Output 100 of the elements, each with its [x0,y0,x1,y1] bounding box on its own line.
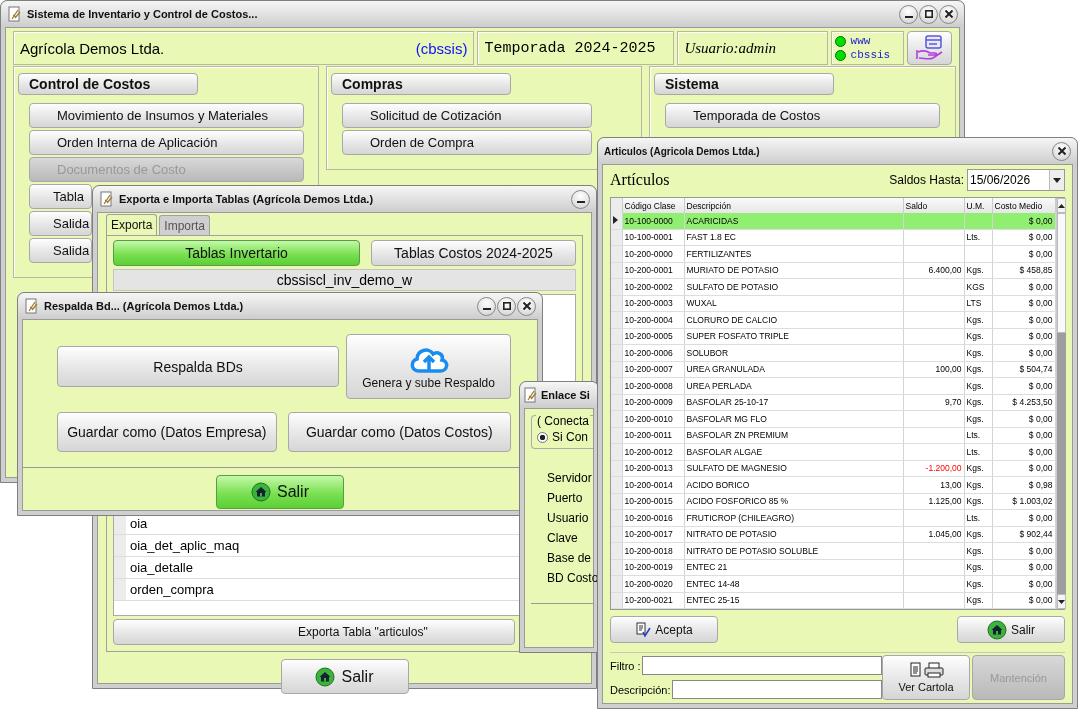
maximize-button[interactable] [919,4,938,24]
save-as-button[interactable]: Guardar como (Datos Costos) [287,412,511,452]
description-field[interactable] [671,680,882,699]
table-cell: $ 0,00 [992,575,1055,592]
backup-button[interactable]: Respalda BDs [57,346,340,387]
table-cell: 10-200-0001 [622,262,684,279]
radio-label[interactable]: Si Con [552,430,589,444]
minimize-button[interactable] [477,296,496,316]
column-header[interactable]: Saldo [903,198,964,213]
table-row[interactable]: 10-200-0014 ACIDO BORICO 13,00 Kgs. $ 0,98 [611,476,1055,493]
close-icon [522,302,531,310]
table-name[interactable]: orden_compra [126,582,214,597]
column-header[interactable]: Descripción [684,198,903,213]
table-cell: ENTEC 14-48 [684,575,903,592]
table-cell: $ 0,00 [992,592,1055,609]
filter-field[interactable] [641,656,882,675]
table-cell: SOLUBOR [684,344,903,361]
table-row[interactable]: 10-200-0005 SUPER FOSFATO TRIPLE Kgs. $ 0,00 [611,328,1055,345]
table-row[interactable]: 10-200-0020 ENTEC 14-48 Kgs. $ 0,00 [611,575,1055,592]
section-button[interactable]: Compras [331,73,511,95]
table-row[interactable]: 10-200-0016 FRUTICROP (CHILEAGRO) Lts. $ 0,00 [611,509,1055,526]
table-row[interactable]: 10-200-0008 UREA PERLADA Kgs. $ 0,00 [611,377,1055,394]
tab[interactable]: Importa [159,215,211,235]
column-header[interactable]: Código Clase [622,198,684,213]
table-row[interactable]: 10-200-0002 SULFATO DE POTASIO KGS $ 0,00 [611,278,1055,295]
scrollbar[interactable] [1055,198,1066,609]
table-row[interactable]: 10-200-0019 ENTEC 21 Kgs. $ 0,00 [611,559,1055,576]
table-name[interactable]: oia_det_aplic_maq [126,538,240,553]
table-row[interactable]: 10-200-0004 CLORURO DE CALCIO Kgs. $ 0,00 [611,311,1055,328]
field-label: Puerto [547,491,583,505]
column-header[interactable]: Costo Medio [992,198,1055,213]
window-title: Articulos (Agricola Demos Ltda.) [604,145,761,157]
home-icon [251,482,271,502]
table-cell: SULFATO DE MAGNESIO [684,460,903,477]
menu-button[interactable]: Salida [29,211,92,236]
table-cell: 10-200-0013 [622,460,684,477]
table-cell: ACIDO BORICO [684,476,903,493]
maximize-button[interactable] [497,296,516,316]
exit-button[interactable]: Salir [280,659,409,694]
accept-button[interactable]: Acepta [610,616,718,643]
menu-button[interactable]: Tabla [29,184,92,209]
table-cell: FAST 1.8 EC [684,229,903,246]
close-button[interactable] [939,4,958,24]
table-row[interactable]: 10-200-0018 NITRATO DE POTASIO SOLUBLE Kgs. $ 0,00 [611,542,1055,559]
save-as-button[interactable]: Guardar como (Datos Empresa) [57,412,277,452]
table-row[interactable]: 10-200-0003 WUXAL LTS $ 0,00 [611,295,1055,312]
section-button[interactable]: Control de Costos [18,73,198,95]
close-button[interactable] [1052,141,1071,161]
table-cell: 10-200-0007 [622,361,684,378]
table-cell: Kgs. [964,575,992,592]
table-row[interactable]: 10-200-0001 MURIATO DE POTASIO 6.400,00 Kgs. $ 458,85 [611,262,1055,279]
window-title: Respalda Bd... (Agrícola Demos Ltda.) [44,300,245,312]
table-row[interactable]: 10-200-0017 NITRATO DE POTASIO 1.045,00 Kgs. $ 902,44 [611,526,1055,543]
group-title: ( Conecta [536,414,591,428]
table-row[interactable]: 10-200-0000 FERTILIZANTES $ 0,00 [611,245,1055,262]
date-label: Saldos Hasta: [889,173,964,187]
minimize-button[interactable] [571,189,590,209]
heading: Artículos [610,171,671,189]
table-cell: 10-100-0001 [622,229,684,246]
column-header[interactable]: U.M. [964,198,992,213]
menu-button[interactable]: Salida [29,238,92,263]
table-row[interactable]: 10-200-0006 SOLUBOR Kgs. $ 0,00 [611,344,1055,361]
table-name[interactable]: oia_detalle [126,560,193,575]
table-row[interactable]: 10-100-0001 FAST 1.8 EC Lts. $ 0,00 [611,229,1055,246]
source-button[interactable]: Tablas Invertario [113,240,360,266]
menu-button[interactable]: Orden Interna de Aplicación [29,130,304,155]
table-row[interactable]: 10-200-0012 BASFOLAR ALGAE Lts. $ 0,00 [611,443,1055,460]
company-name: Agrícola Demos Ltda. [20,39,165,57]
row-header[interactable] [611,213,622,229]
source-button[interactable]: Tablas Costos 2024-2025 [371,240,576,266]
table-name[interactable]: oia [126,516,148,531]
section-button[interactable]: Sistema [654,73,834,95]
table-row[interactable]: 10-200-0021 ENTEC 25-15 Kgs. $ 0,00 [611,592,1055,609]
menu-button[interactable]: Movimiento de Insumos y Materiales [29,103,304,128]
export-button[interactable]: Exporta Tabla "articulos" [113,619,515,645]
table-row[interactable]: 10-200-0015 ACIDO FOSFORICO 85 % 1.125,00 Kgs. $ 1.003,02 [611,493,1055,510]
menu-button[interactable]: Temporada de Costos [665,103,940,128]
exit-button[interactable]: Salir [957,616,1065,643]
user-label: Usuario:admin [684,39,777,57]
radio-button[interactable] [537,431,548,443]
menu-button[interactable]: Orden de Compra [342,130,592,155]
table-row[interactable]: 10-100-0000 ACARICIDAS $ 0,00 [611,213,1055,229]
close-button[interactable] [517,296,536,316]
date-dropdown[interactable]: 15/06/2026 [967,169,1065,191]
table-cell: Kgs. [964,262,992,279]
payment-button[interactable] [907,31,952,65]
menu-button[interactable]: Solicitud de Cotización [342,103,592,128]
statement-button[interactable]: Ver Cartola [882,655,970,700]
minimize-button[interactable] [899,4,918,24]
table-cell: 10-200-0004 [622,311,684,328]
upload-button[interactable]: Genera y sube Respaldo [346,334,511,399]
tab[interactable]: Exporta [106,214,158,235]
table-row[interactable]: 10-200-0013 SULFATO DE MAGNESIO -1.200,00 Kgs. $ 0,00 [611,460,1055,477]
close-icon [1057,147,1066,155]
table-row[interactable]: 10-200-0011 BASFOLAR ZN PREMIUM Lts. $ 0,00 [611,427,1055,444]
table-row[interactable]: 10-200-0009 BASFOLAR 25-10-17 9,70 Kgs. $ 4.253,50 [611,394,1055,411]
table-row[interactable]: 10-200-0007 UREA GRANULADA 100,00 Kgs. $ 504,74 [611,361,1055,378]
table-cell: UREA GRANULADA [684,361,903,378]
exit-button[interactable]: Salir [216,475,344,509]
table-row[interactable]: 10-200-0010 BASFOLAR MG FLO Kgs. $ 0,00 [611,410,1055,427]
